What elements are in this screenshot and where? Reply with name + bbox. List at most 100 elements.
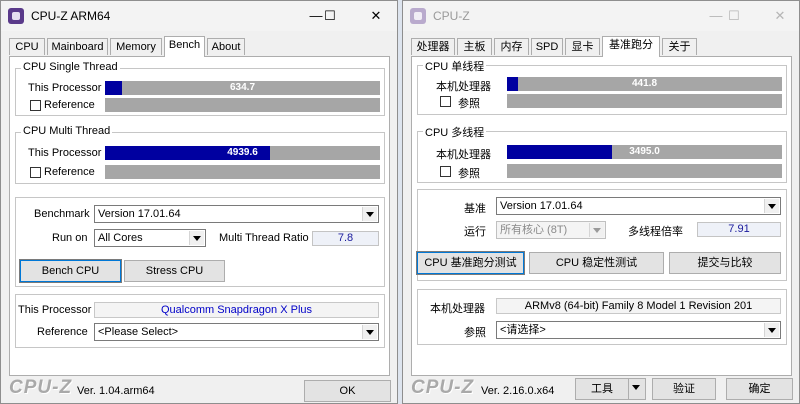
close-button[interactable]: ✕	[767, 4, 793, 28]
benchmark-label: Benchmark	[34, 208, 90, 220]
tab-processor[interactable]: 处理器	[411, 38, 455, 55]
version-text: Ver. 1.04.arm64	[77, 385, 155, 397]
this-processor-name: Qualcomm Snapdragon X Plus	[94, 302, 379, 318]
multi-this-score-bar: 4939.6	[105, 146, 380, 160]
run-on-value: 所有核心 (8T)	[500, 224, 568, 236]
bench-panel: CPU 单线程 本机处理器 441.8 参照 CPU 多线程 本机处理器 349…	[411, 56, 792, 376]
title-bar[interactable]: CPU-Z ARM64 — ☐ ✕	[1, 1, 397, 31]
window-title: CPU-Z ARM64	[31, 9, 111, 23]
multi-thread-ratio-label: 多线程倍率	[628, 226, 683, 238]
multi-this-score-value: 3495.0	[629, 146, 660, 157]
cpuz-app-icon	[410, 8, 426, 24]
this-processor-label: 本机处理器	[430, 303, 485, 315]
processor-compare-group: 本机处理器 ARMv8 (64-bit) Family 8 Model 1 Re…	[417, 289, 787, 345]
single-reference-score-bar	[105, 98, 380, 112]
cpuz-app-icon	[8, 8, 24, 24]
reference-processor-value: <请选择>	[500, 324, 546, 336]
ok-button[interactable]: 确定	[726, 378, 793, 400]
close-button[interactable]: ✕	[363, 4, 389, 28]
this-processor-label: This Processor	[28, 82, 102, 94]
run-on-label: 运行	[464, 226, 486, 238]
benchmark-label: 基准	[464, 203, 486, 215]
tab-memory[interactable]: 内存	[494, 38, 529, 55]
processor-compare-group: This Processor Qualcomm Snapdragon X Plu…	[15, 294, 385, 348]
this-processor-name: ARMv8 (64-bit) Family 8 Model 1 Revision…	[496, 298, 781, 314]
tab-memory[interactable]: Memory	[110, 38, 162, 55]
benchmark-version-select[interactable]: Version 17.01.64	[496, 197, 781, 215]
tab-mainboard[interactable]: Mainboard	[47, 38, 108, 55]
maximize-button[interactable]: ☐	[721, 4, 747, 28]
chevron-down-icon	[189, 231, 204, 245]
chevron-down-icon	[629, 380, 643, 398]
tab-bench[interactable]: Bench	[164, 36, 205, 57]
single-reference-score-bar	[507, 94, 782, 108]
reference-label: Reference	[44, 99, 95, 111]
submit-compare-button[interactable]: 提交与比较	[669, 252, 781, 274]
tab-about[interactable]: About	[207, 38, 245, 55]
window-title: CPU-Z	[433, 9, 470, 23]
reference-processor-value: <Please Select>	[98, 326, 179, 338]
multi-reference-checkbox[interactable]	[30, 167, 41, 178]
single-thread-legend: CPU Single Thread	[21, 61, 120, 73]
stress-cpu-button[interactable]: Stress CPU	[124, 260, 225, 282]
single-this-score-bar: 441.8	[507, 77, 782, 91]
chevron-down-icon	[764, 323, 779, 337]
tools-button[interactable]: 工具	[575, 378, 629, 400]
this-processor-label: 本机处理器	[436, 149, 491, 161]
this-processor-label: This Processor	[18, 304, 92, 316]
title-bar[interactable]: CPU-Z — ☐ ✕	[403, 1, 799, 31]
multi-reference-score-bar	[105, 165, 380, 179]
run-on-select[interactable]: All Cores	[94, 229, 206, 247]
run-on-label: Run on	[52, 232, 88, 244]
benchmark-version-value: Version 17.01.64	[98, 208, 181, 220]
tab-about[interactable]: 关于	[662, 38, 697, 55]
reference-label: 参照	[458, 168, 480, 180]
cpu-bench-button[interactable]: CPU 基准跑分测试	[416, 251, 525, 275]
reference-processor-select[interactable]: <请选择>	[496, 321, 781, 339]
tab-spd[interactable]: SPD	[531, 38, 563, 55]
single-reference-checkbox[interactable]	[440, 96, 451, 107]
benchmark-version-select[interactable]: Version 17.01.64	[94, 205, 379, 223]
this-processor-label: 本机处理器	[436, 81, 491, 93]
single-this-score-value: 634.7	[229, 82, 256, 93]
multi-thread-group: CPU Multi Thread This Processor 4939.6 R…	[15, 125, 385, 184]
chevron-down-icon	[764, 199, 779, 213]
run-on-select[interactable]: 所有核心 (8T)	[496, 221, 606, 239]
cpuz-arm64-window: CPU-Z ARM64 — ☐ ✕ CPU Mainboard Memory B…	[0, 0, 398, 404]
single-reference-checkbox[interactable]	[30, 100, 41, 111]
multi-thread-legend: CPU Multi Thread	[21, 125, 113, 137]
tools-dropdown-button[interactable]	[628, 378, 646, 400]
multi-this-score-bar: 3495.0	[507, 145, 782, 159]
multi-reference-score-bar	[507, 164, 782, 178]
tab-cpu[interactable]: CPU	[9, 38, 45, 55]
multi-thread-ratio-value: 7.8	[312, 231, 379, 246]
single-thread-legend: CPU 单线程	[423, 58, 487, 74]
version-text: Ver. 2.16.0.x64	[481, 385, 555, 397]
cpu-stress-button[interactable]: CPU 稳定性测试	[529, 252, 664, 274]
chevron-down-icon	[589, 223, 604, 237]
ok-button[interactable]: OK	[304, 380, 391, 402]
single-this-score-value: 441.8	[631, 78, 658, 89]
tab-bench[interactable]: 基准跑分	[602, 36, 660, 57]
run-on-value: All Cores	[98, 232, 143, 244]
reference-processor-select[interactable]: <Please Select>	[94, 323, 379, 341]
reference-label: Reference	[37, 326, 88, 338]
benchmark-settings-group: Benchmark Version 17.01.64 Run on All Co…	[15, 197, 385, 287]
multi-thread-ratio-label: Multi Thread Ratio	[219, 232, 309, 244]
chevron-down-icon	[362, 325, 377, 339]
multi-thread-ratio-value: 7.91	[697, 222, 781, 237]
single-this-score-bar: 634.7	[105, 81, 380, 95]
multi-this-score-value: 4939.6	[227, 147, 258, 158]
multi-reference-checkbox[interactable]	[440, 166, 451, 177]
maximize-button[interactable]: ☐	[317, 4, 343, 28]
bench-panel: CPU Single Thread This Processor 634.7 R…	[9, 56, 390, 376]
benchmark-version-value: Version 17.01.64	[500, 200, 583, 212]
validate-button[interactable]: 验证	[652, 378, 716, 400]
bench-cpu-button[interactable]: Bench CPU	[19, 259, 122, 283]
reference-label: 参照	[464, 327, 486, 339]
tab-mainboard[interactable]: 主板	[457, 38, 492, 55]
tab-graphics[interactable]: 显卡	[565, 38, 600, 55]
reference-label: Reference	[44, 166, 95, 178]
chevron-down-icon	[362, 207, 377, 221]
single-thread-group: CPU 单线程 本机处理器 441.8 参照	[417, 58, 787, 115]
